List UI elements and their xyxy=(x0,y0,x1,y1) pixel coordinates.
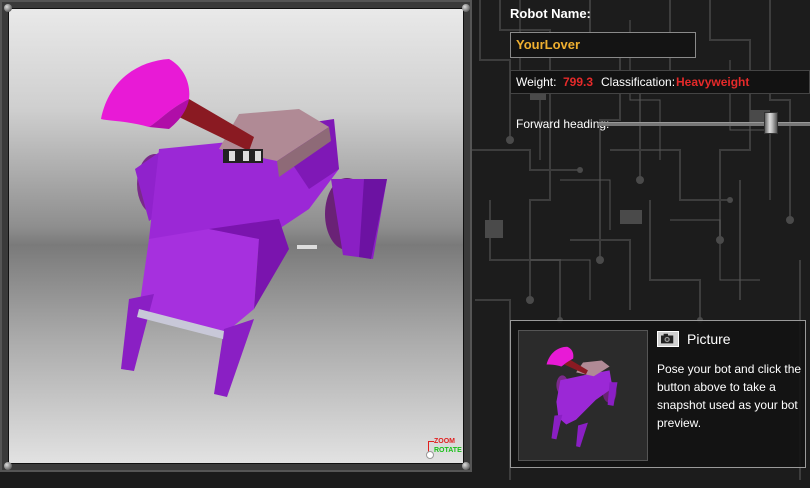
classification-value: Heavyweight xyxy=(676,75,750,89)
forward-heading-label: Forward heading: xyxy=(516,117,610,131)
camera-icon xyxy=(661,333,674,344)
viewport-canvas[interactable] xyxy=(8,8,464,464)
picture-panel: Picture Pose your bot and click the butt… xyxy=(510,320,806,468)
weight-value: 799.3 xyxy=(563,75,594,89)
rotate-knob-icon[interactable] xyxy=(426,451,434,459)
forward-heading-control: Forward heading: xyxy=(510,110,810,136)
rotate-label[interactable]: ROTATE xyxy=(434,447,462,455)
rivet-icon xyxy=(462,4,470,12)
weight-label: Weight: xyxy=(516,75,557,89)
rivet-icon xyxy=(4,462,12,470)
robot-3d-viewport[interactable]: ZOOM ROTATE xyxy=(0,0,472,472)
weight-classification-bar: Weight: 799.3 Classification: Heavyweigh… xyxy=(510,70,810,94)
zoom-rotate-icon[interactable]: ZOOM ROTATE xyxy=(426,438,470,459)
robot-model[interactable] xyxy=(9,9,464,464)
forward-heading-slider-thumb[interactable] xyxy=(764,112,779,134)
bot-preview-thumbnail xyxy=(518,330,648,461)
rivet-icon xyxy=(462,462,470,470)
camera-button[interactable] xyxy=(657,331,679,347)
classification-label: Classification: xyxy=(601,75,676,89)
zoom-label[interactable]: ZOOM xyxy=(434,438,455,446)
robot-name-input[interactable]: YourLover xyxy=(510,32,696,58)
picture-description: Pose your bot and click the button above… xyxy=(657,362,802,430)
picture-title: Picture xyxy=(687,331,731,347)
robot-name-label: Robot Name: xyxy=(510,6,591,21)
rivet-icon xyxy=(4,4,12,12)
